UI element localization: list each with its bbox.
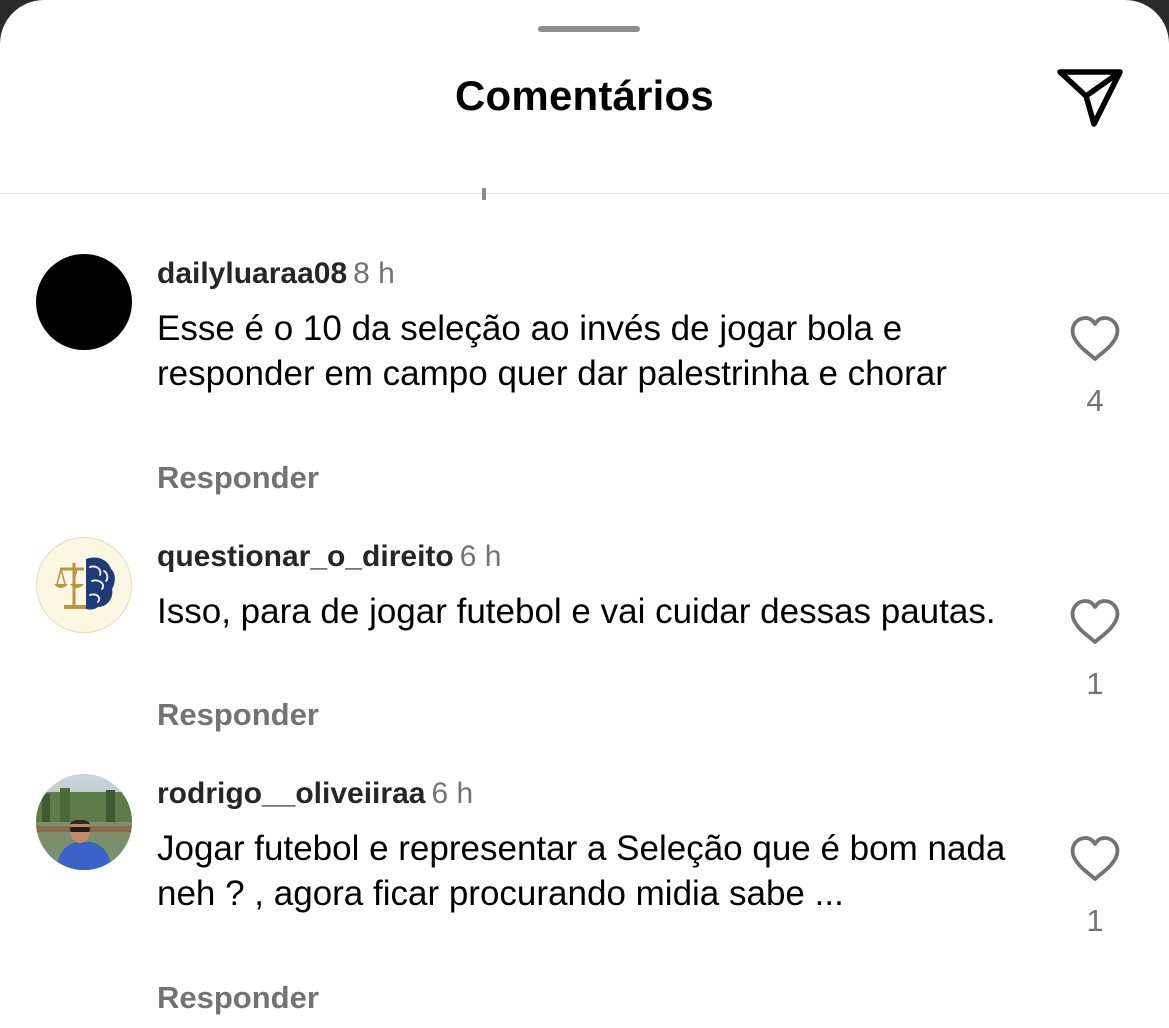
comment-username[interactable]: rodrigo__oliveiiraa bbox=[157, 777, 425, 810]
like-count: 1 bbox=[1086, 903, 1104, 938]
heart-icon bbox=[1070, 316, 1120, 361]
like-button[interactable] bbox=[1068, 314, 1122, 364]
paper-plane-icon bbox=[1057, 69, 1123, 127]
drag-handle[interactable] bbox=[538, 26, 640, 32]
reply-button[interactable]: Responder bbox=[157, 460, 319, 496]
page-title: Comentários bbox=[455, 72, 714, 119]
avatar[interactable] bbox=[36, 537, 132, 633]
comment-text: Esse é o 10 da seleção ao invés de jogar… bbox=[157, 309, 947, 393]
heart-icon bbox=[1070, 836, 1120, 881]
man-photo-icon bbox=[36, 774, 132, 870]
scales-brain-logo-icon bbox=[54, 557, 115, 610]
comment-time: 8 h bbox=[353, 257, 395, 290]
comment-username[interactable]: questionar_o_direito bbox=[157, 540, 454, 573]
reply-button[interactable]: Responder bbox=[157, 697, 319, 733]
comment-username[interactable]: dailyluaraa08 bbox=[157, 257, 347, 290]
comment-time: 6 h bbox=[459, 540, 502, 573]
like-count: 1 bbox=[1086, 666, 1104, 701]
avatar[interactable] bbox=[36, 254, 132, 350]
reply-button[interactable]: Responder bbox=[157, 980, 319, 1016]
comment-meta: rodrigo__oliveiiraa 6 h bbox=[157, 776, 473, 812]
like-button[interactable] bbox=[1068, 597, 1122, 647]
comment-meta: dailyluaraa08 8 h bbox=[157, 256, 395, 292]
comment-text: Jogar futebol e representar a Seleção qu… bbox=[157, 829, 1006, 913]
comment-text: Isso, para de jogar futebol e vai cuidar… bbox=[157, 592, 996, 631]
heart-icon bbox=[1070, 599, 1120, 644]
comment-meta: questionar_o_direito 6 h bbox=[157, 539, 501, 575]
avatar[interactable] bbox=[36, 774, 132, 870]
header-divider bbox=[0, 193, 1169, 194]
comment-time: 6 h bbox=[431, 777, 474, 810]
scrolled-content-edge bbox=[482, 188, 486, 200]
like-count: 4 bbox=[1086, 383, 1104, 418]
comments-sheet: Comentários dailyluaraa08 8 h Esse é o 10… bbox=[0, 0, 1169, 1028]
share-button[interactable] bbox=[1052, 62, 1128, 134]
like-button[interactable] bbox=[1068, 834, 1122, 884]
